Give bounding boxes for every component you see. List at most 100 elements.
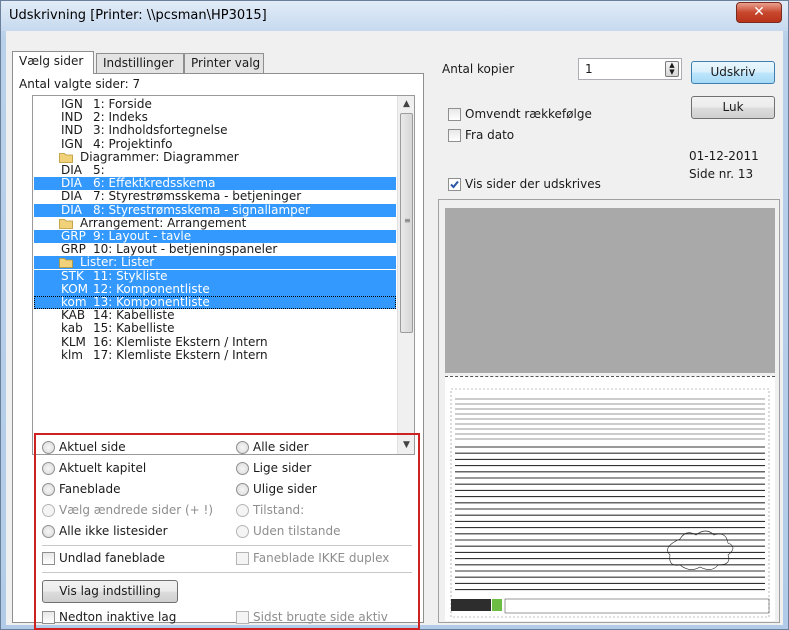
radio-circle-icon bbox=[42, 441, 55, 454]
checkbox-icon bbox=[448, 129, 461, 142]
list-item[interactable]: klm 17: Klemliste Ekstern / Intern bbox=[34, 347, 396, 362]
checkbox-icon bbox=[42, 552, 55, 565]
list-item-code: GRP bbox=[61, 242, 86, 257]
list-item-description: 9: Layout - tavle bbox=[93, 229, 192, 243]
list-item[interactable]: KLM 16: Klemliste Ekstern / Intern bbox=[34, 334, 396, 349]
window-title: Udskrivning [Printer: \\pcsman\HP3015] bbox=[9, 8, 267, 23]
check-mark-icon bbox=[450, 180, 459, 189]
list-item[interactable]: DIA 6: Effektkredsskema bbox=[34, 176, 396, 191]
preview-page-thumbnail bbox=[450, 388, 770, 618]
date-display: 01-12-2011 bbox=[689, 149, 759, 163]
list-item[interactable]: KAB 14: Kabelliste bbox=[34, 309, 396, 322]
copies-label: Antal kopier bbox=[442, 62, 515, 76]
list-item[interactable]: DIA 7: Styrestrømsskema - betjeninger bbox=[34, 190, 396, 203]
grip-icon: ≡ bbox=[404, 216, 411, 225]
checkbox-icon bbox=[448, 108, 461, 121]
list-folder-item[interactable]: Diagrammer: Diagrammer bbox=[34, 149, 396, 164]
listbox-scrollbar[interactable]: ▲ ≡ ▼ bbox=[397, 96, 414, 454]
print-dialog-window: Udskrivning [Printer: \\pcsman\HP3015] ✕… bbox=[0, 0, 789, 630]
checkbox-icon bbox=[42, 611, 55, 624]
list-item-description: 6: Effektkredsskema bbox=[93, 176, 216, 191]
list-item-code: IGN bbox=[61, 97, 83, 111]
list-item[interactable]: KOM 12: Komponentliste bbox=[34, 281, 396, 296]
list-item[interactable]: IND 2: Indeks bbox=[34, 111, 396, 124]
list-item-code: KAB bbox=[61, 308, 86, 323]
list-item-code: kom bbox=[61, 295, 87, 309]
list-item-description: 13: Komponentliste bbox=[93, 295, 210, 309]
vis-lag-indstilling-button[interactable]: Vis lag indstilling bbox=[42, 580, 178, 603]
print-button[interactable]: Udskriv bbox=[691, 61, 775, 84]
list-item-description: 1: Forside bbox=[93, 97, 152, 111]
list-item-code: IND bbox=[61, 110, 83, 125]
folder-icon bbox=[59, 218, 73, 229]
tab-indstillinger[interactable]: Indstillinger bbox=[96, 53, 184, 73]
radio-circle-icon bbox=[42, 504, 55, 517]
list-item[interactable]: DIA 5: bbox=[34, 164, 396, 177]
page-options-highlight: Aktuel side Alle sider Aktuelt kapitel L… bbox=[34, 433, 420, 630]
list-item-description: 2: Indeks bbox=[93, 110, 148, 125]
list-item-code: DIA bbox=[61, 176, 82, 191]
list-item-description: 17: Klemliste Ekstern / Intern bbox=[93, 347, 268, 362]
list-item-description: 12: Komponentliste bbox=[93, 281, 210, 296]
copies-input[interactable]: 1 ▲ ▼ bbox=[578, 58, 682, 80]
list-item-code: DIA bbox=[61, 189, 82, 204]
tab-printer-valg[interactable]: Printer valg bbox=[184, 53, 264, 73]
list-item[interactable]: DIA 8: Styrestrømsskema - signallamper bbox=[34, 202, 396, 217]
tab-vaelg-sider[interactable]: Vælg sider bbox=[12, 51, 94, 74]
list-item[interactable]: GRP 9: Layout - tavle bbox=[34, 230, 396, 243]
list-item-description: Arrangement: Arrangement bbox=[80, 215, 247, 230]
list-item-code: KOM bbox=[61, 281, 89, 296]
spin-down-icon[interactable]: ▼ bbox=[666, 69, 678, 76]
list-item[interactable]: IND 3: Indholdsfortegnelse bbox=[34, 124, 396, 137]
selected-count-label: Antal valgte sider: 7 bbox=[19, 77, 141, 91]
list-folder-item[interactable]: Arrangement: Arrangement bbox=[34, 215, 396, 230]
list-item-description: 7: Styrestrømsskema - betjeninger bbox=[93, 189, 302, 204]
list-item-code: KLM bbox=[61, 334, 86, 349]
list-item-description: 14: Kabelliste bbox=[93, 308, 175, 323]
close-button[interactable]: Luk bbox=[691, 96, 775, 119]
radio-circle-icon bbox=[236, 504, 249, 517]
close-window-button[interactable]: ✕ bbox=[736, 2, 782, 23]
list-item[interactable]: IGN 4: Projektinfo bbox=[34, 136, 396, 151]
options-separator bbox=[42, 545, 412, 546]
checkbox-icon bbox=[236, 552, 249, 565]
close-icon: ✕ bbox=[753, 4, 765, 20]
folder-icon bbox=[59, 152, 73, 163]
checkbox-icon bbox=[448, 178, 461, 191]
scroll-up-arrow-icon[interactable]: ▲ bbox=[398, 96, 414, 113]
radio-circle-icon bbox=[236, 441, 249, 454]
radio-circle-icon bbox=[236, 525, 249, 538]
list-item-code: klm bbox=[61, 347, 83, 362]
scroll-thumb[interactable]: ≡ bbox=[400, 113, 413, 333]
list-item-description: 4: Projektinfo bbox=[93, 136, 173, 151]
list-item-description: 3: Indholdsfortegnelse bbox=[93, 123, 228, 138]
title-bar[interactable]: Udskrivning [Printer: \\pcsman\HP3015] ✕ bbox=[1, 1, 788, 31]
list-item-code: IND bbox=[61, 123, 83, 138]
radio-circle-icon bbox=[42, 525, 55, 538]
list-item-code: GRP bbox=[61, 229, 86, 243]
list-item-code: IGN bbox=[61, 136, 83, 151]
list-item[interactable]: IGN 1: Forside bbox=[34, 98, 396, 111]
copies-spinner[interactable]: ▲ ▼ bbox=[665, 61, 679, 77]
radio-circle-icon bbox=[236, 462, 249, 475]
list-item-code: kab bbox=[61, 321, 83, 336]
radio-circle-icon bbox=[42, 462, 55, 475]
list-item-description: 16: Klemliste Ekstern / Intern bbox=[93, 334, 268, 349]
page-listbox[interactable]: IGN 1: Forside IND 2: Indeks IND 3: Indholdsf… bbox=[32, 95, 415, 455]
preview-page-sheet bbox=[445, 376, 775, 621]
dialog-client-area: Vælg sider Indstillinger Printer valg An… bbox=[6, 31, 783, 630]
list-item-description: Lister: Lister bbox=[80, 255, 155, 270]
list-item-description: Diagrammer: Diagrammer bbox=[80, 149, 239, 164]
list-item-code: DIA bbox=[61, 163, 82, 177]
list-item[interactable]: kom 13: Komponentliste bbox=[34, 296, 396, 309]
print-preview bbox=[438, 199, 780, 623]
radio-circle-icon bbox=[42, 483, 55, 496]
list-item-code: STK bbox=[61, 268, 84, 283]
list-item-description: 8: Styrestrømsskema - signallamper bbox=[93, 202, 311, 217]
list-item[interactable]: kab 15: Kabelliste bbox=[34, 322, 396, 335]
list-item[interactable]: STK 11: Stykliste bbox=[34, 268, 396, 283]
list-item[interactable]: GRP 10: Layout - betjeningspaneler bbox=[34, 243, 396, 256]
list-folder-item[interactable]: Lister: Lister bbox=[34, 255, 396, 270]
list-item-description: 5: bbox=[93, 163, 105, 177]
options-separator bbox=[42, 572, 412, 573]
